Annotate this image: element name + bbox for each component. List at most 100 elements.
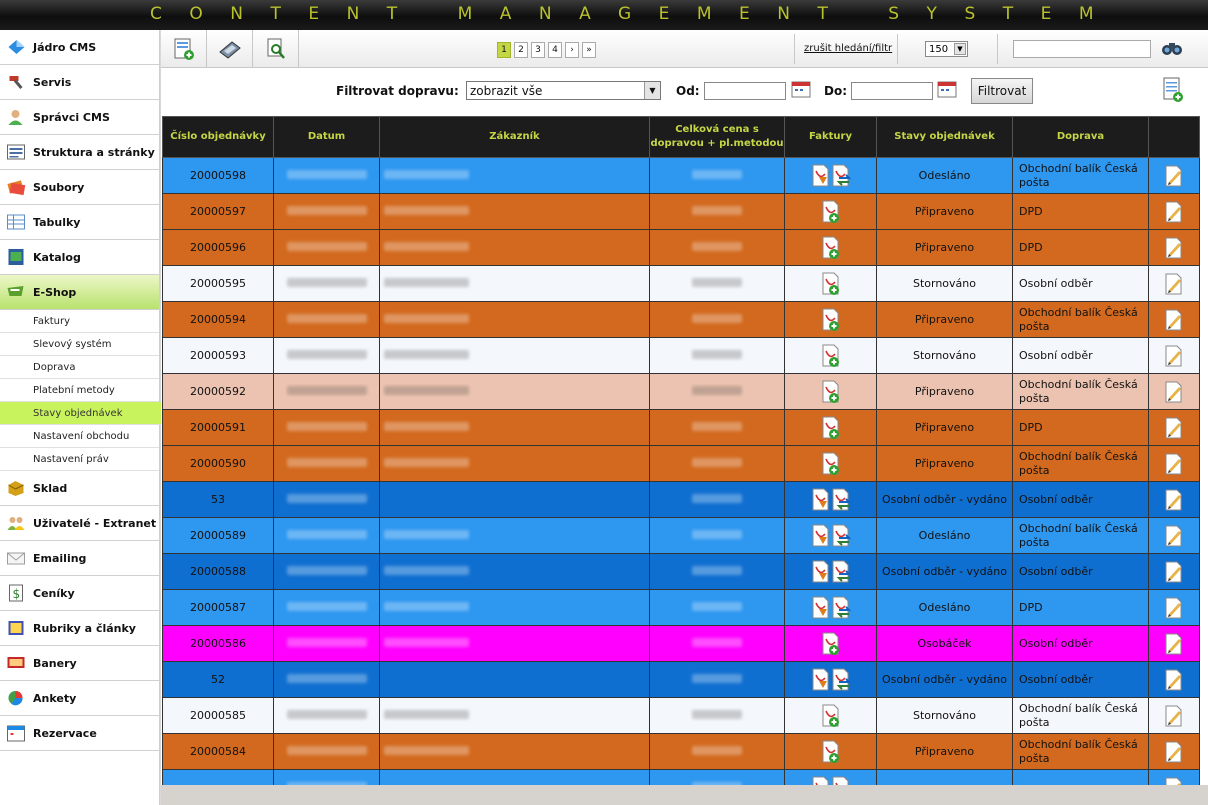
pdf-download-icon[interactable] bbox=[811, 488, 831, 512]
table-row[interactable]: 20000595 Stornováno Osobní odběr bbox=[162, 265, 1200, 302]
sidebar-subitem[interactable]: Slevový systém bbox=[0, 333, 159, 356]
pdf-refresh-icon[interactable] bbox=[831, 560, 851, 584]
edit-icon[interactable] bbox=[1164, 741, 1184, 763]
sidebar-item-u-ivatel-extranet[interactable]: Uživatelé - Extranet bbox=[0, 506, 159, 541]
pdf-refresh-icon[interactable] bbox=[831, 524, 851, 548]
sidebar-item-sklad[interactable]: Sklad bbox=[0, 471, 159, 506]
table-row[interactable]: 20000584 Připraveno Obchodní balík Česká p… bbox=[162, 733, 1200, 770]
sidebar-item-e-shop[interactable]: E-Shop bbox=[0, 275, 159, 310]
sidebar-subitem[interactable]: Faktury bbox=[0, 310, 159, 333]
page-link[interactable]: » bbox=[582, 42, 596, 58]
edit-icon[interactable] bbox=[1164, 417, 1184, 439]
edit-icon[interactable] bbox=[1164, 273, 1184, 295]
pdf-download-icon[interactable] bbox=[811, 776, 831, 786]
per-page-select[interactable]: 150 ▼ bbox=[925, 41, 968, 57]
pdf-add-icon[interactable] bbox=[821, 308, 841, 332]
table-row[interactable]: 20000597 Připraveno DPD bbox=[162, 193, 1200, 230]
reset-filter-link[interactable]: zrušit hledání/filtr bbox=[804, 43, 892, 54]
sidebar-item-struktura-a-str-nky[interactable]: Struktura a stránky bbox=[0, 135, 159, 170]
table-row[interactable]: 20000591 Připraveno DPD bbox=[162, 409, 1200, 446]
sidebar-subitem[interactable]: Nastavení práv bbox=[0, 448, 159, 471]
sidebar-subitem[interactable]: Nastavení obchodu bbox=[0, 425, 159, 448]
table-row[interactable]: 20000585 Stornováno Obchodní balík Česká p… bbox=[162, 697, 1200, 734]
pdf-add-icon[interactable] bbox=[821, 344, 841, 368]
table-row[interactable]: 20000592 Připraveno Obchodní balík Česká p… bbox=[162, 373, 1200, 410]
edit-icon[interactable] bbox=[1164, 489, 1184, 511]
sidebar-item-servis[interactable]: Servis bbox=[0, 65, 159, 100]
add-order-button[interactable] bbox=[161, 30, 207, 67]
table-row[interactable]: 20000594 Připraveno Obchodní balík Česká p… bbox=[162, 301, 1200, 338]
edit-icon[interactable] bbox=[1164, 165, 1184, 187]
edit-icon[interactable] bbox=[1164, 345, 1184, 367]
search-document-button[interactable] bbox=[253, 30, 299, 67]
pdf-refresh-icon[interactable] bbox=[831, 776, 851, 786]
pdf-add-icon[interactable] bbox=[821, 236, 841, 260]
edit-icon[interactable] bbox=[1164, 381, 1184, 403]
pdf-refresh-icon[interactable] bbox=[831, 164, 851, 188]
page-link[interactable]: 2 bbox=[514, 42, 528, 58]
calendar-icon[interactable] bbox=[937, 80, 957, 98]
date-to-input[interactable] bbox=[851, 82, 933, 100]
edit-icon[interactable] bbox=[1164, 201, 1184, 223]
table-row[interactable]: 20000593 Stornováno Osobní odběr bbox=[162, 337, 1200, 374]
sidebar-item-cen-ky[interactable]: $ Ceníky bbox=[0, 576, 159, 611]
calendar-icon[interactable] bbox=[791, 80, 811, 98]
pdf-add-icon[interactable] bbox=[821, 452, 841, 476]
table-row[interactable]: 20000598 Odesláno Obchodní balík Česká poš… bbox=[162, 157, 1200, 194]
table-row[interactable] bbox=[162, 769, 1200, 786]
sidebar-subitem[interactable]: Stavy objednávek bbox=[0, 402, 166, 425]
sidebar-item-banery[interactable]: Banery bbox=[0, 646, 159, 681]
edit-icon[interactable] bbox=[1164, 237, 1184, 259]
sidebar-item-katalog[interactable]: Katalog bbox=[0, 240, 159, 275]
sidebar-item-rezervace[interactable]: Rezervace bbox=[0, 716, 159, 751]
pdf-download-icon[interactable] bbox=[811, 524, 831, 548]
edit-icon[interactable] bbox=[1164, 309, 1184, 331]
page-link[interactable]: 4 bbox=[548, 42, 562, 58]
sidebar-subitem[interactable]: Platební metody bbox=[0, 379, 159, 402]
shipping-filter-select[interactable]: zobrazit vše ▼ bbox=[466, 81, 661, 100]
pdf-download-icon[interactable] bbox=[811, 596, 831, 620]
table-row[interactable]: 20000596 Připraveno DPD bbox=[162, 229, 1200, 266]
sidebar-item-ankety[interactable]: Ankety bbox=[0, 681, 159, 716]
sidebar-item-spr-vci-cms[interactable]: Správci CMS bbox=[0, 100, 159, 135]
pdf-download-icon[interactable] bbox=[811, 164, 831, 188]
pdf-add-icon[interactable] bbox=[821, 704, 841, 728]
table-row[interactable]: 53 Osobní odběr - vydáno Osobní odběr bbox=[162, 481, 1200, 518]
edit-icon[interactable] bbox=[1164, 669, 1184, 691]
sidebar-subitem[interactable]: Doprava bbox=[0, 356, 159, 379]
table-row[interactable]: 52 Osobní odběr - vydáno Osobní odběr bbox=[162, 661, 1200, 698]
sidebar-item-tabulky[interactable]: Tabulky bbox=[0, 205, 159, 240]
page-link[interactable]: › bbox=[565, 42, 579, 58]
binoculars-icon[interactable] bbox=[1161, 37, 1183, 59]
date-from-input[interactable] bbox=[704, 82, 786, 100]
pdf-refresh-icon[interactable] bbox=[831, 596, 851, 620]
edit-icon[interactable] bbox=[1164, 561, 1184, 583]
page-link[interactable]: 1 bbox=[497, 42, 511, 58]
pdf-add-icon[interactable] bbox=[821, 416, 841, 440]
sidebar-item-rubriky-a-l-nky[interactable]: Rubriky a články bbox=[0, 611, 159, 646]
table-row[interactable]: 20000589 Odesláno Obchodní balík Česká poš… bbox=[162, 517, 1200, 554]
table-row[interactable]: 20000588 Osobní odběr - vydáno Osobní odbě… bbox=[162, 553, 1200, 590]
pdf-add-icon[interactable] bbox=[821, 272, 841, 296]
filter-button[interactable]: Filtrovat bbox=[971, 78, 1033, 104]
pdf-refresh-icon[interactable] bbox=[831, 488, 851, 512]
pdf-add-icon[interactable] bbox=[821, 200, 841, 224]
pdf-add-icon[interactable] bbox=[821, 632, 841, 656]
pdf-refresh-icon[interactable] bbox=[831, 668, 851, 692]
edit-icon[interactable] bbox=[1164, 633, 1184, 655]
pdf-add-icon[interactable] bbox=[821, 740, 841, 764]
sidebar-item-j-dro-cms[interactable]: Jádro CMS bbox=[0, 30, 159, 65]
pdf-add-icon[interactable] bbox=[821, 380, 841, 404]
new-document-icon[interactable] bbox=[1162, 76, 1184, 104]
table-row[interactable]: 20000590 Připraveno Obchodní balík Česká p… bbox=[162, 445, 1200, 482]
edit-icon[interactable] bbox=[1164, 453, 1184, 475]
edit-icon[interactable] bbox=[1164, 525, 1184, 547]
edit-icon[interactable] bbox=[1164, 777, 1184, 786]
edit-icon[interactable] bbox=[1164, 597, 1184, 619]
pdf-download-icon[interactable] bbox=[811, 560, 831, 584]
sidebar-item-soubory[interactable]: Soubory bbox=[0, 170, 159, 205]
pdf-download-icon[interactable] bbox=[811, 668, 831, 692]
edit-icon[interactable] bbox=[1164, 705, 1184, 727]
sidebar-item-emailing[interactable]: Emailing bbox=[0, 541, 159, 576]
search-input[interactable] bbox=[1013, 40, 1151, 58]
